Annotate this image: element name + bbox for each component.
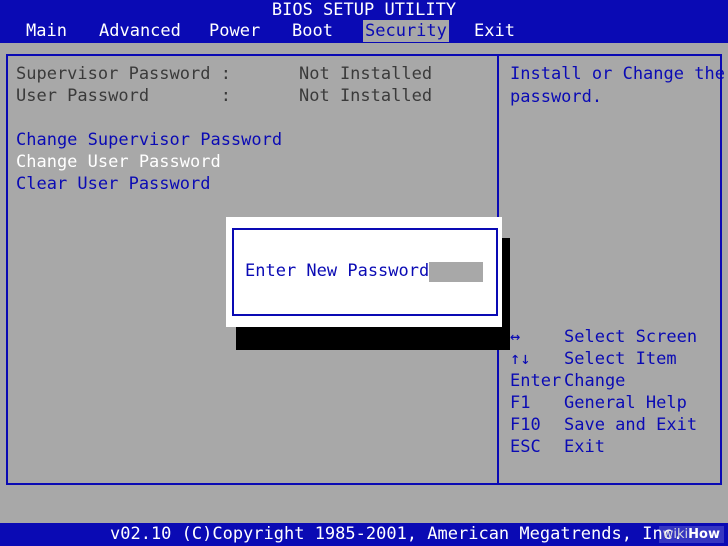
supervisor-password-label: Supervisor Password :: [16, 64, 231, 84]
key-f1: F1: [510, 393, 531, 413]
key-enter-action: Change: [564, 371, 626, 391]
menu-tab-advanced[interactable]: Advanced: [97, 20, 183, 42]
supervisor-password-status: Not Installed: [299, 64, 433, 84]
menu-tab-power[interactable]: Power: [207, 20, 262, 42]
enter-new-password-label: Enter New Password: [245, 261, 430, 281]
menu-tab-exit[interactable]: Exit: [472, 20, 517, 42]
watermark-prefix: wiki: [662, 527, 689, 542]
key-f10: F10: [510, 415, 541, 435]
menu-tab-security[interactable]: Security: [363, 20, 449, 42]
footer-bar: v02.10 (C)Copyright 1985-2001, American …: [0, 523, 728, 546]
key-f1-action: General Help: [564, 393, 687, 413]
wikihow-watermark: wikiHow: [658, 526, 724, 543]
help-text-line-2: password.: [510, 87, 603, 107]
window-title: BIOS SETUP UTILITY: [0, 0, 728, 20]
change-supervisor-password-option[interactable]: Change Supervisor Password: [16, 129, 282, 151]
key-esc-action: Exit: [564, 437, 605, 457]
clear-user-password-option[interactable]: Clear User Password: [16, 173, 210, 195]
key-select-screen-action: Select Screen: [564, 327, 698, 347]
key-enter: Enter: [510, 371, 562, 391]
help-text-line-1: Install or Change the: [510, 64, 725, 84]
menu-tab-main[interactable]: Main: [24, 20, 69, 42]
menu-bar: Main Advanced Power Boot Security Exit: [0, 20, 728, 43]
menu-tab-boot[interactable]: Boot: [290, 20, 335, 42]
key-select-item-action: Select Item: [564, 349, 677, 369]
copyright-text: v02.10 (C)Copyright 1985-2001, American …: [110, 524, 684, 544]
user-password-status: Not Installed: [299, 86, 433, 106]
watermark-brand: How: [688, 527, 720, 542]
key-select-screen: ↔: [510, 327, 521, 347]
key-esc: ESC: [510, 437, 541, 457]
change-user-password-option[interactable]: Change User Password: [16, 151, 221, 173]
user-password-label: User Password :: [16, 86, 231, 106]
new-password-input[interactable]: [429, 262, 483, 282]
key-select-item: ↑↓: [510, 349, 531, 369]
key-f10-action: Save and Exit: [564, 415, 698, 435]
